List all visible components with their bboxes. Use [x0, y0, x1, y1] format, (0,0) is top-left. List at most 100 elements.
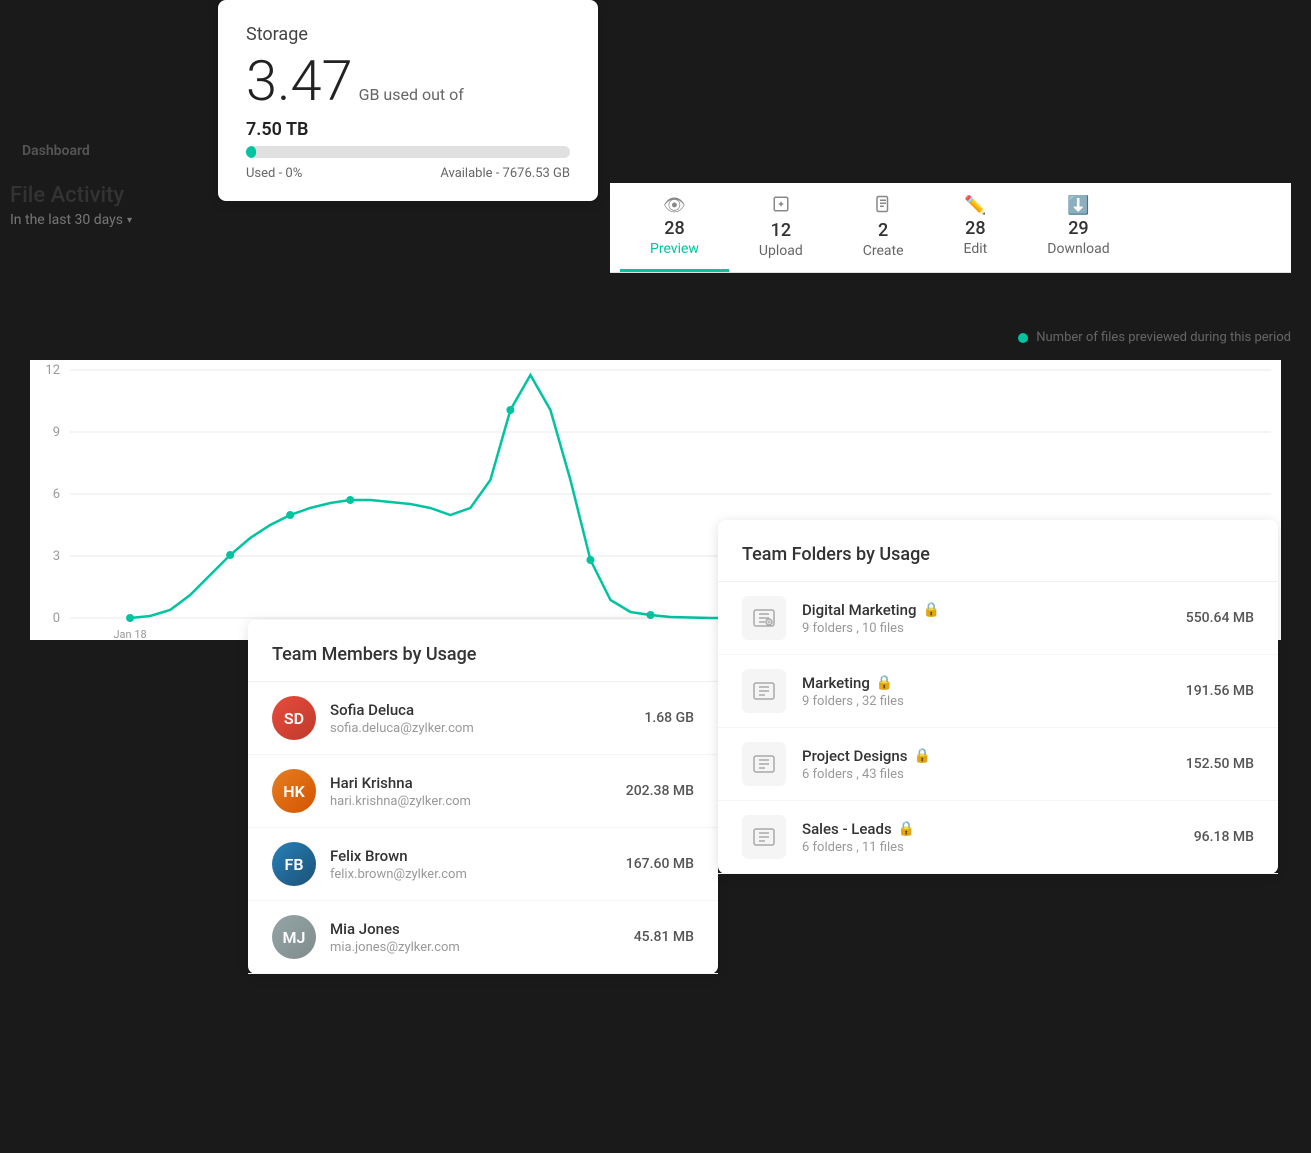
member-name: Hari Krishna: [330, 774, 626, 792]
team-members-title: Team Members by Usage: [248, 644, 718, 682]
file-activity-section: File Activity In the last 30 days ▾: [10, 183, 230, 228]
download-icon: ⬇️: [1067, 195, 1089, 216]
edit-count: 28: [965, 218, 985, 239]
storage-available-label: Available - 7676.53 GB: [440, 166, 570, 181]
member-email: sofia.deluca@zylker.com: [330, 721, 644, 736]
member-info: Mia Jones mia.jones@zylker.com: [330, 920, 634, 955]
folder-icon: [752, 606, 776, 630]
member-name: Mia Jones: [330, 920, 634, 938]
tab-create[interactable]: 2 Create: [833, 183, 934, 272]
folder-icon: [752, 679, 776, 703]
folder-icon-box: [742, 596, 786, 640]
create-icon: [874, 195, 892, 218]
storage-used-label: Used - 0%: [246, 166, 302, 181]
member-name: Sofia Deluca: [330, 701, 644, 719]
lock-icon: 🔒: [922, 602, 939, 618]
member-info: Hari Krishna hari.krishna@zylker.com: [330, 774, 626, 809]
lock-icon: 🔒: [914, 748, 931, 764]
storage-bar-fill: [246, 146, 256, 158]
tab-download[interactable]: ⬇️ 29 Download: [1017, 183, 1139, 272]
activity-tabs: 👁 28 Preview 12 Upload 2 Create ✏️ 28 Ed…: [610, 183, 1291, 273]
file-activity-period: In the last 30 days: [10, 212, 123, 228]
folder-size: 550.64 MB: [1186, 610, 1254, 626]
avatar: SD: [272, 696, 316, 740]
avatar-initials: HK: [272, 769, 316, 813]
legend-text: Number of files previewed during this pe…: [1036, 330, 1291, 345]
edit-icon: ✏️: [964, 195, 986, 216]
folder-size: 191.56 MB: [1186, 683, 1254, 699]
folder-name: Marketing 🔒: [802, 674, 1186, 692]
upload-icon: [772, 195, 790, 218]
folder-icon: [752, 752, 776, 776]
storage-title: Storage: [246, 24, 570, 45]
storage-total: 7.50 TB: [246, 119, 570, 140]
svg-text:0: 0: [53, 611, 60, 626]
member-info: Sofia Deluca sofia.deluca@zylker.com: [330, 701, 644, 736]
avatar: FB: [272, 842, 316, 886]
folder-row: Digital Marketing 🔒 9 folders , 10 files…: [718, 582, 1278, 655]
svg-text:3: 3: [53, 549, 60, 564]
preview-label: Preview: [650, 241, 699, 257]
member-usage: 45.81 MB: [634, 929, 694, 945]
folder-icon-box: [742, 669, 786, 713]
member-email: felix.brown@zylker.com: [330, 867, 626, 882]
folder-info: Project Designs 🔒 6 folders , 43 files: [802, 747, 1186, 782]
preview-icon: 👁: [663, 195, 686, 216]
avatar-initials: SD: [272, 696, 316, 740]
member-row: HK Hari Krishna hari.krishna@zylker.com …: [248, 755, 718, 828]
svg-text:Jan 18: Jan 18: [113, 628, 146, 640]
member-email: hari.krishna@zylker.com: [330, 794, 626, 809]
member-row: FB Felix Brown felix.brown@zylker.com 16…: [248, 828, 718, 901]
avatar: MJ: [272, 915, 316, 959]
legend-dot: [1018, 333, 1028, 343]
folder-name: Project Designs 🔒: [802, 747, 1186, 765]
chevron-down-icon: ▾: [127, 215, 132, 226]
folder-info: Sales - Leads 🔒 6 folders , 11 files: [802, 820, 1194, 855]
member-usage: 202.38 MB: [626, 783, 694, 799]
storage-card: Storage 3.47 GB used out of 7.50 TB Used…: [218, 0, 598, 201]
svg-text:6: 6: [53, 487, 60, 502]
member-email: mia.jones@zylker.com: [330, 940, 634, 955]
folder-icon-box: [742, 815, 786, 859]
download-label: Download: [1047, 241, 1109, 257]
folder-row: Marketing 🔒 9 folders , 32 files 191.56 …: [718, 655, 1278, 728]
folder-meta: 9 folders , 10 files: [802, 621, 1186, 636]
tab-upload[interactable]: 12 Upload: [729, 183, 833, 272]
edit-label: Edit: [964, 241, 988, 257]
folder-icon: [752, 825, 776, 849]
member-usage: 167.60 MB: [626, 856, 694, 872]
avatar: HK: [272, 769, 316, 813]
preview-count: 28: [664, 218, 684, 239]
svg-text:9: 9: [53, 425, 60, 440]
folder-name: Sales - Leads 🔒: [802, 820, 1194, 838]
folder-row: Sales - Leads 🔒 6 folders , 11 files 96.…: [718, 801, 1278, 874]
upload-count: 12: [771, 220, 791, 241]
file-activity-subtitle[interactable]: In the last 30 days ▾: [10, 212, 230, 228]
folder-info: Digital Marketing 🔒 9 folders , 10 files: [802, 601, 1186, 636]
member-row: MJ Mia Jones mia.jones@zylker.com 45.81 …: [248, 901, 718, 974]
storage-value: 3.47: [246, 53, 353, 109]
folder-size: 152.50 MB: [1186, 756, 1254, 772]
dashboard-label: Dashboard: [22, 143, 90, 159]
tab-preview[interactable]: 👁 28 Preview: [620, 183, 729, 272]
folder-meta: 9 folders , 32 files: [802, 694, 1186, 709]
team-folders-title: Team Folders by Usage: [718, 544, 1278, 582]
storage-unit: GB used out of: [359, 85, 464, 104]
folder-size: 96.18 MB: [1194, 829, 1254, 845]
member-name: Felix Brown: [330, 847, 626, 865]
svg-text:12: 12: [45, 363, 60, 378]
create-label: Create: [863, 243, 904, 259]
avatar-initials: FB: [272, 842, 316, 886]
file-activity-title: File Activity: [10, 183, 230, 208]
chart-legend: Number of files previewed during this pe…: [1018, 330, 1291, 345]
upload-label: Upload: [759, 243, 803, 259]
folder-meta: 6 folders , 43 files: [802, 767, 1186, 782]
tab-edit[interactable]: ✏️ 28 Edit: [934, 183, 1018, 272]
storage-labels: Used - 0% Available - 7676.53 GB: [246, 166, 570, 181]
team-folders-card: Team Folders by Usage Digital Marketing …: [718, 520, 1278, 874]
member-row: SD Sofia Deluca sofia.deluca@zylker.com …: [248, 682, 718, 755]
folder-meta: 6 folders , 11 files: [802, 840, 1194, 855]
download-count: 29: [1068, 218, 1088, 239]
create-count: 2: [878, 220, 888, 241]
member-info: Felix Brown felix.brown@zylker.com: [330, 847, 626, 882]
